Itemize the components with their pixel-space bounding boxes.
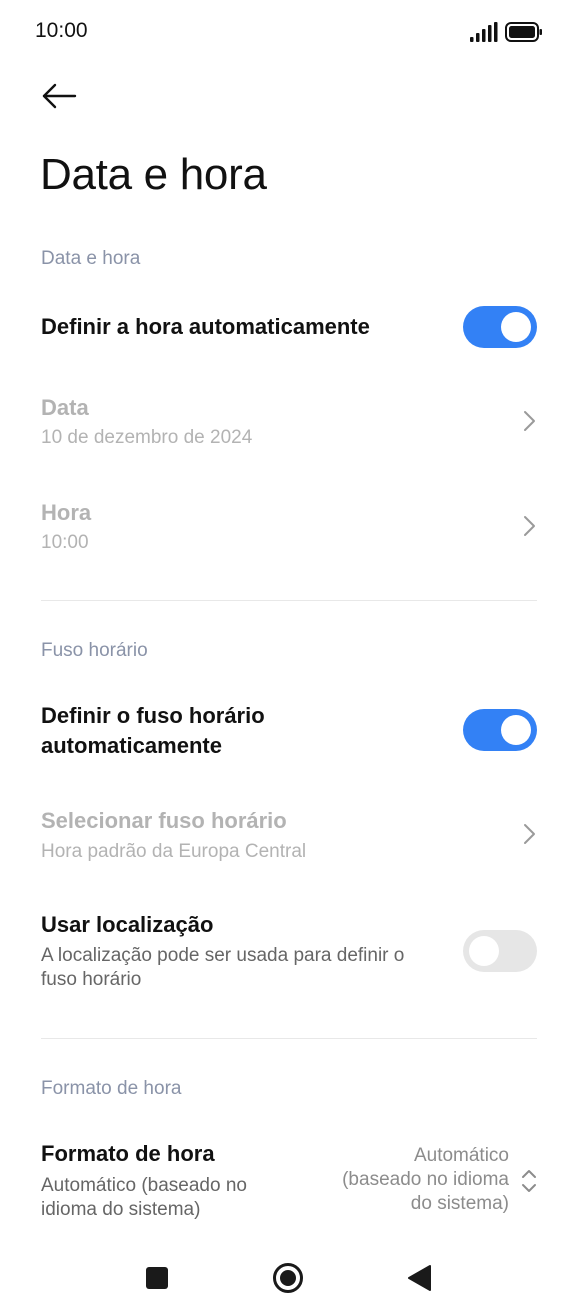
divider [41, 600, 537, 601]
section-header-date-time: Data e hora [41, 248, 141, 269]
status-time: 10:00 [35, 19, 88, 42]
time-label: Hora [41, 500, 92, 525]
select-timezone-value: Hora padrão da Europa Central [41, 841, 307, 862]
battery-icon [505, 22, 542, 42]
time-format-value-line2: (baseado no idioma [342, 1169, 509, 1190]
select-timezone-row[interactable]: Selecionar fuso horário Hora padrão da E… [0, 800, 577, 872]
time-format-value-line1: Automático [413, 1145, 509, 1166]
back-nav-button[interactable] [406, 1264, 432, 1292]
date-row[interactable]: Data 10 de dezembro de 2024 [0, 385, 577, 457]
use-location-desc-line2: fuso horário [41, 969, 142, 990]
time-format-desc-line1: Automático (baseado no [41, 1175, 247, 1196]
date-value: 10 de dezembro de 2024 [41, 427, 253, 448]
navigation-bar [0, 1244, 577, 1316]
auto-timezone-label-line2: automaticamente [41, 733, 222, 758]
section-header-time-format: Formato de hora [41, 1078, 182, 1099]
use-location-toggle[interactable] [463, 930, 537, 972]
toggle-knob [469, 936, 499, 966]
home-button[interactable] [272, 1262, 304, 1294]
time-format-value-line3: do sistema) [410, 1193, 509, 1214]
toggle-knob [501, 312, 531, 342]
time-row[interactable]: Hora 10:00 [0, 490, 577, 562]
select-timezone-label: Selecionar fuso horário [41, 808, 287, 833]
signal-icon [470, 22, 498, 42]
arrow-left-icon [42, 83, 77, 109]
date-label: Data [41, 395, 89, 420]
time-format-label: Formato de hora [41, 1141, 215, 1166]
auto-time-label: Definir a hora automaticamente [41, 314, 370, 339]
page-title: Data e hora [40, 150, 267, 199]
auto-time-toggle[interactable] [463, 306, 537, 348]
time-value: 10:00 [41, 532, 89, 553]
auto-timezone-label-line1: Definir o fuso horário [41, 703, 265, 728]
divider [41, 1038, 537, 1039]
section-header-timezone: Fuso horário [41, 640, 148, 661]
auto-timezone-toggle[interactable] [463, 709, 537, 751]
time-format-selected-value[interactable]: Automático (baseado no idioma do sistema… [289, 1144, 509, 1216]
time-format-desc-line2: idioma do sistema) [41, 1199, 201, 1220]
chevron-right-icon [524, 411, 535, 431]
use-location-desc-line1: A localização pode ser usada para defini… [41, 945, 405, 966]
use-location-row[interactable]: Usar localização A localização pode ser … [0, 905, 577, 1001]
auto-timezone-row[interactable]: Definir o fuso horário automaticamente [0, 696, 577, 768]
chevron-up-down-icon [522, 1170, 536, 1192]
auto-time-row[interactable]: Definir a hora automaticamente [0, 296, 577, 360]
chevron-right-icon [524, 516, 535, 536]
back-button[interactable] [34, 76, 84, 116]
status-bar: 10:00 [0, 0, 577, 64]
chevron-right-icon [524, 824, 535, 844]
recents-button[interactable] [146, 1267, 168, 1289]
use-location-label: Usar localização [41, 912, 214, 937]
toggle-knob [501, 715, 531, 745]
